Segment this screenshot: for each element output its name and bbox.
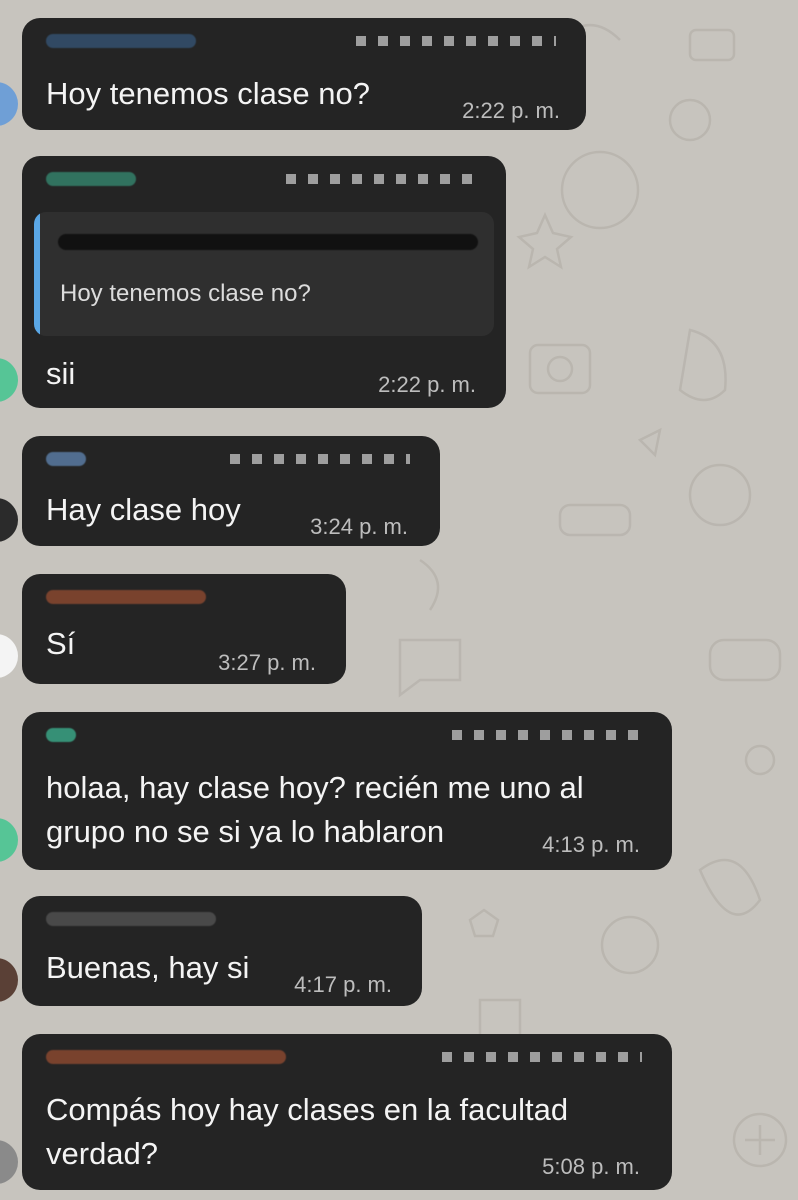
sender-phone-redacted <box>452 730 642 740</box>
message-text: Sí <box>46 626 76 661</box>
message-text: Hoy tenemos clase no? <box>46 76 370 111</box>
message-bubble[interactable]: Hoy tenemos clase no? 2:22 p. m. <box>22 18 586 130</box>
message-text: holaa, hay clase hoy? recién me uno al g… <box>46 770 584 849</box>
message-bubble[interactable]: Buenas, hay si 4:17 p. m. <box>22 896 422 1006</box>
avatar[interactable] <box>0 82 18 126</box>
message-time: 3:27 p. m. <box>218 650 316 675</box>
message-time: 3:24 p. m. <box>310 514 408 539</box>
chat-list[interactable]: Hoy tenemos clase no? 2:22 p. m. Hoy ten… <box>0 0 798 1200</box>
sender-phone-redacted <box>286 174 476 184</box>
message-text: Compás hoy hay clases en la facultad ver… <box>46 1092 569 1171</box>
message-text: Hay clase hoy <box>46 492 241 527</box>
message-text: Buenas, hay si <box>46 950 250 985</box>
reply-quote[interactable]: Hoy tenemos clase no? <box>34 212 494 336</box>
message-bubble[interactable]: Compás hoy hay clases en la facultad ver… <box>22 1034 672 1190</box>
sender-phone-redacted <box>230 454 410 464</box>
sender-name-redacted <box>46 1050 286 1064</box>
sender-name-redacted <box>46 728 76 742</box>
sender-phone-redacted <box>356 36 556 46</box>
message-bubble[interactable]: Hay clase hoy 3:24 p. m. <box>22 436 440 546</box>
message-time: 4:17 p. m. <box>294 972 392 997</box>
message-time: 4:13 p. m. <box>542 832 640 857</box>
message-time: 5:08 p. m. <box>542 1154 640 1179</box>
message-bubble[interactable]: holaa, hay clase hoy? recién me uno al g… <box>22 712 672 870</box>
avatar[interactable] <box>0 358 18 402</box>
message-text: sii <box>46 356 76 391</box>
avatar[interactable] <box>0 634 18 678</box>
message-bubble[interactable]: Hoy tenemos clase no? sii 2:22 p. m. <box>22 156 506 408</box>
sender-name-redacted <box>46 452 86 466</box>
sender-name-redacted <box>46 590 206 604</box>
reply-quote-text: Hoy tenemos clase no? <box>60 280 311 307</box>
message-time: 2:22 p. m. <box>462 98 560 123</box>
sender-name-redacted <box>46 912 216 926</box>
sender-name-redacted <box>46 172 136 186</box>
reply-sender-redacted <box>58 234 478 250</box>
avatar[interactable] <box>0 1140 18 1184</box>
sender-phone-redacted <box>442 1052 642 1062</box>
sender-name-redacted <box>46 34 196 48</box>
avatar[interactable] <box>0 818 18 862</box>
avatar[interactable] <box>0 498 18 542</box>
avatar[interactable] <box>0 958 18 1002</box>
message-time: 2:22 p. m. <box>378 372 476 397</box>
reply-accent-bar <box>34 212 40 336</box>
message-bubble[interactable]: Sí 3:27 p. m. <box>22 574 346 684</box>
